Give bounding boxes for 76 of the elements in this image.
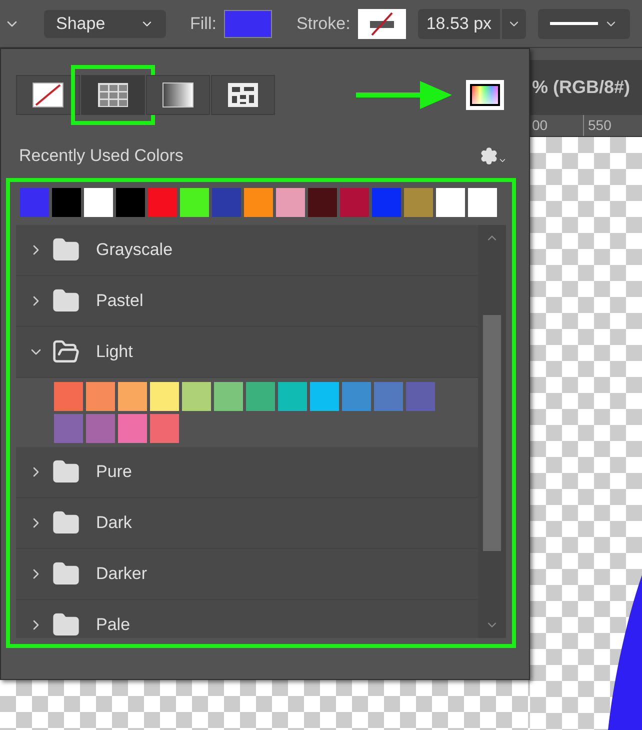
- document-title: % (RGB/8#): [532, 76, 630, 99]
- color-swatch[interactable]: [118, 382, 147, 410]
- no-stroke-swatch-icon[interactable]: [358, 8, 406, 38]
- color-swatch[interactable]: [150, 414, 179, 442]
- settings-button[interactable]: [480, 146, 507, 165]
- swatch-group-row[interactable]: Grayscale: [16, 224, 478, 276]
- group-name: Pastel: [96, 290, 144, 312]
- color-swatch[interactable]: [86, 414, 115, 442]
- shape-dropdown[interactable]: Shape: [44, 10, 166, 38]
- swatch-group-row[interactable]: Darker: [16, 548, 478, 600]
- folder-icon: [52, 458, 80, 486]
- swatch-group-row[interactable]: Pale: [16, 600, 478, 638]
- color-swatch[interactable]: [342, 382, 371, 410]
- group-name: Light: [96, 340, 133, 363]
- settings-icon: [480, 146, 498, 165]
- stroke-width-field[interactable]: 18.53 px: [418, 8, 500, 38]
- folder-icon: [52, 560, 80, 588]
- group-name: Darker: [96, 562, 148, 585]
- color-swatch[interactable]: [278, 382, 307, 410]
- color-swatch[interactable]: [212, 188, 241, 216]
- color-swatch[interactable]: [246, 382, 275, 410]
- color-swatch[interactable]: [214, 382, 243, 410]
- color-swatch[interactable]: [374, 382, 403, 410]
- color-swatch[interactable]: [150, 382, 179, 410]
- stroke-width-dropdown[interactable]: [502, 8, 526, 38]
- group-name: Pale: [96, 614, 130, 636]
- fill-type-button[interactable]: [146, 75, 210, 115]
- pattern-icon: [227, 82, 259, 108]
- no-fill-icon: [32, 82, 64, 108]
- swatch-group-row[interactable]: Pastel: [16, 276, 478, 326]
- color-swatch[interactable]: [148, 188, 177, 216]
- scrollbar[interactable]: [478, 224, 506, 638]
- color-swatch[interactable]: [54, 414, 83, 442]
- group-name: Grayscale: [96, 238, 173, 261]
- color-swatch[interactable]: [406, 382, 435, 410]
- color-swatch[interactable]: [116, 188, 145, 216]
- color-swatch[interactable]: [244, 188, 273, 216]
- swatch-group-row[interactable]: Pure: [16, 446, 478, 498]
- color-swatch[interactable]: [84, 188, 113, 216]
- color-swatch[interactable]: [20, 188, 49, 216]
- swatch-group-row[interactable]: Dark: [16, 498, 478, 548]
- color-swatch[interactable]: [468, 188, 497, 216]
- stroke-label: Stroke:: [296, 12, 350, 35]
- color-swatch[interactable]: [52, 188, 81, 216]
- folder-icon: [52, 508, 80, 536]
- color-swatch[interactable]: [340, 188, 369, 216]
- ruler-label: 550: [587, 116, 612, 135]
- color-swatch[interactable]: [86, 382, 115, 410]
- fill-label: Fill:: [190, 12, 216, 35]
- folder-icon: [52, 338, 80, 366]
- grid-icon: [97, 82, 129, 108]
- color-swatch[interactable]: [118, 414, 147, 442]
- folder-icon: [52, 236, 80, 264]
- color-swatch[interactable]: [182, 382, 211, 410]
- color-swatch[interactable]: [372, 188, 401, 216]
- folder-icon: [52, 286, 80, 314]
- color-swatch[interactable]: [436, 188, 465, 216]
- fill-type-button[interactable]: [211, 75, 275, 115]
- gradient-icon: [162, 82, 194, 108]
- folder-icon: [52, 610, 80, 638]
- group-name: Pure: [96, 460, 132, 483]
- color-swatch[interactable]: [180, 188, 209, 216]
- spectrum-icon: [470, 84, 500, 106]
- fill-swatch[interactable]: [224, 10, 272, 38]
- fill-type-button[interactable]: [16, 75, 80, 115]
- line-style-icon: [550, 22, 598, 25]
- stroke-style-dropdown[interactable]: [538, 8, 630, 38]
- color-swatch[interactable]: [276, 188, 305, 216]
- recent-colors-title: Recently Used Colors: [19, 145, 184, 167]
- color-swatch[interactable]: [404, 188, 433, 216]
- group-name: Dark: [96, 512, 132, 534]
- color-swatch[interactable]: [310, 382, 339, 410]
- color-swatch[interactable]: [54, 382, 83, 410]
- color-swatch[interactable]: [308, 188, 337, 216]
- color-picker-button[interactable]: [466, 80, 504, 110]
- fill-type-button[interactable]: [81, 75, 145, 115]
